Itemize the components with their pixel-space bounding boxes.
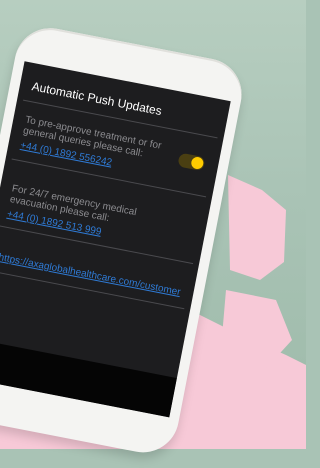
push-updates-toggle[interactable]	[177, 152, 206, 172]
screen-footer	[0, 338, 177, 418]
phone-body: Automatic Push Updates To pre-approve tr…	[0, 22, 248, 459]
toggle-knob	[190, 156, 205, 171]
phone-screen: Automatic Push Updates To pre-approve tr…	[0, 61, 231, 418]
